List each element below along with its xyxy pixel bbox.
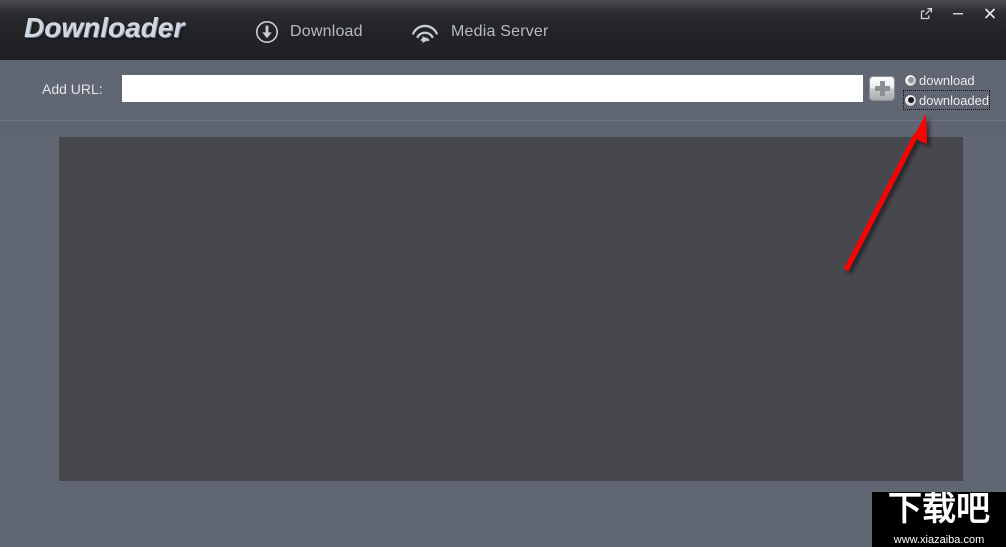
nav-item-download-label: Download — [290, 23, 363, 40]
close-window-button[interactable] — [974, 0, 1006, 26]
download-circle-icon — [255, 20, 279, 44]
watermark-url: www.xiazaiba.com — [893, 534, 985, 546]
radio-option-downloaded-label: downloaded — [919, 92, 990, 108]
radio-icon-selected — [904, 93, 917, 107]
minimize-icon — [953, 12, 963, 14]
radio-icon — [904, 73, 917, 87]
watermark-brand: 下载吧 — [888, 492, 990, 529]
downloader-window: Downloader Download Media Server Add URL… — [0, 0, 1006, 547]
radio-option-download-label: download — [919, 72, 975, 88]
add-url-label: Add URL: — [42, 81, 103, 97]
toolbar-lower-strip — [0, 121, 1006, 137]
nav-item-download[interactable]: Download — [255, 19, 363, 45]
nav-item-media-server-label: Media Server — [451, 23, 549, 40]
radio-option-downloaded[interactable]: downloaded — [903, 90, 991, 110]
close-icon — [984, 7, 996, 19]
restore-window-button[interactable] — [910, 0, 942, 26]
app-title: Downloader — [24, 12, 185, 43]
plus-icon-bar — [874, 86, 890, 91]
add-url-button[interactable] — [869, 76, 895, 101]
filter-radio-group: download downloaded — [903, 70, 991, 110]
url-input[interactable] — [122, 75, 863, 102]
title-bar: Downloader Download Media Server — [0, 0, 1006, 60]
minimize-window-button[interactable] — [942, 0, 974, 26]
media-stream-icon — [410, 20, 440, 44]
nav-item-media-server[interactable]: Media Server — [410, 19, 549, 45]
external-link-icon — [920, 7, 932, 19]
radio-option-download[interactable]: download — [903, 70, 990, 90]
download-list-panel[interactable] — [59, 137, 963, 481]
site-watermark: 下载吧 www.xiazaiba.com — [872, 492, 1006, 547]
window-controls — [910, 0, 1006, 26]
